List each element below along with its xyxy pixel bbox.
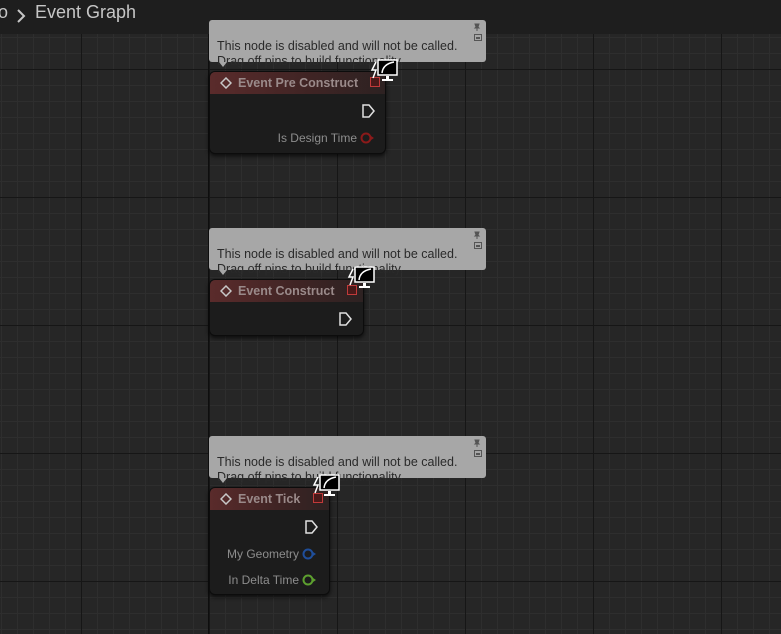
float-pin-icon[interactable] [302,574,316,586]
client-only-icon [370,59,398,81]
comment-bubble-icon[interactable] [474,450,482,457]
disabled-comment-bubble: This node is disabled and will not be ca… [209,228,486,276]
event-diamond-icon [220,285,232,297]
node-title: Event Pre Construct [238,76,359,90]
disabled-comment-bubble: This node is disabled and will not be ca… [209,20,486,68]
comment-text: This node is disabled and will not be ca… [217,247,458,276]
event-tick-node[interactable]: Event Tick My Geometry In Delta Time [209,487,330,595]
client-only-icon [347,266,375,288]
event-pre-construct-node[interactable]: Event Pre Construct Is Design Time [209,71,386,154]
exec-pin-icon[interactable] [304,520,318,534]
disabled-comment-bubble: This node is disabled and will not be ca… [209,436,486,484]
exec-pin-icon[interactable] [338,312,352,326]
comment-pin-icon[interactable] [473,23,481,31]
bool-pin-icon[interactable] [360,132,374,144]
event-construct-node[interactable]: Event Construct [209,279,364,336]
comment-bubble-icon[interactable] [474,34,482,41]
pin-label: Is Design Time [277,131,357,145]
comment-pin-icon[interactable] [473,231,481,239]
pin-label: In Delta Time [228,573,299,587]
breadcrumb-previous[interactable]: o [0,2,8,23]
node-header: Event Construct [210,280,363,302]
graph-title: Event Graph [35,2,137,22]
node-title: Event Construct [238,284,335,298]
client-only-icon [312,474,340,496]
comment-bubble-icon[interactable] [474,242,482,249]
pin-label: My Geometry [226,547,299,561]
node-header: Event Pre Construct [210,72,385,94]
comment-pin-icon[interactable] [473,439,481,447]
exec-pin-icon[interactable] [361,104,375,118]
node-title: Event Tick [238,492,301,506]
event-diamond-icon [220,493,232,505]
event-diamond-icon [220,77,232,89]
struct-pin-icon[interactable] [302,548,316,560]
comment-text: This node is disabled and will not be ca… [217,39,458,68]
chevron-right-icon [17,9,26,23]
